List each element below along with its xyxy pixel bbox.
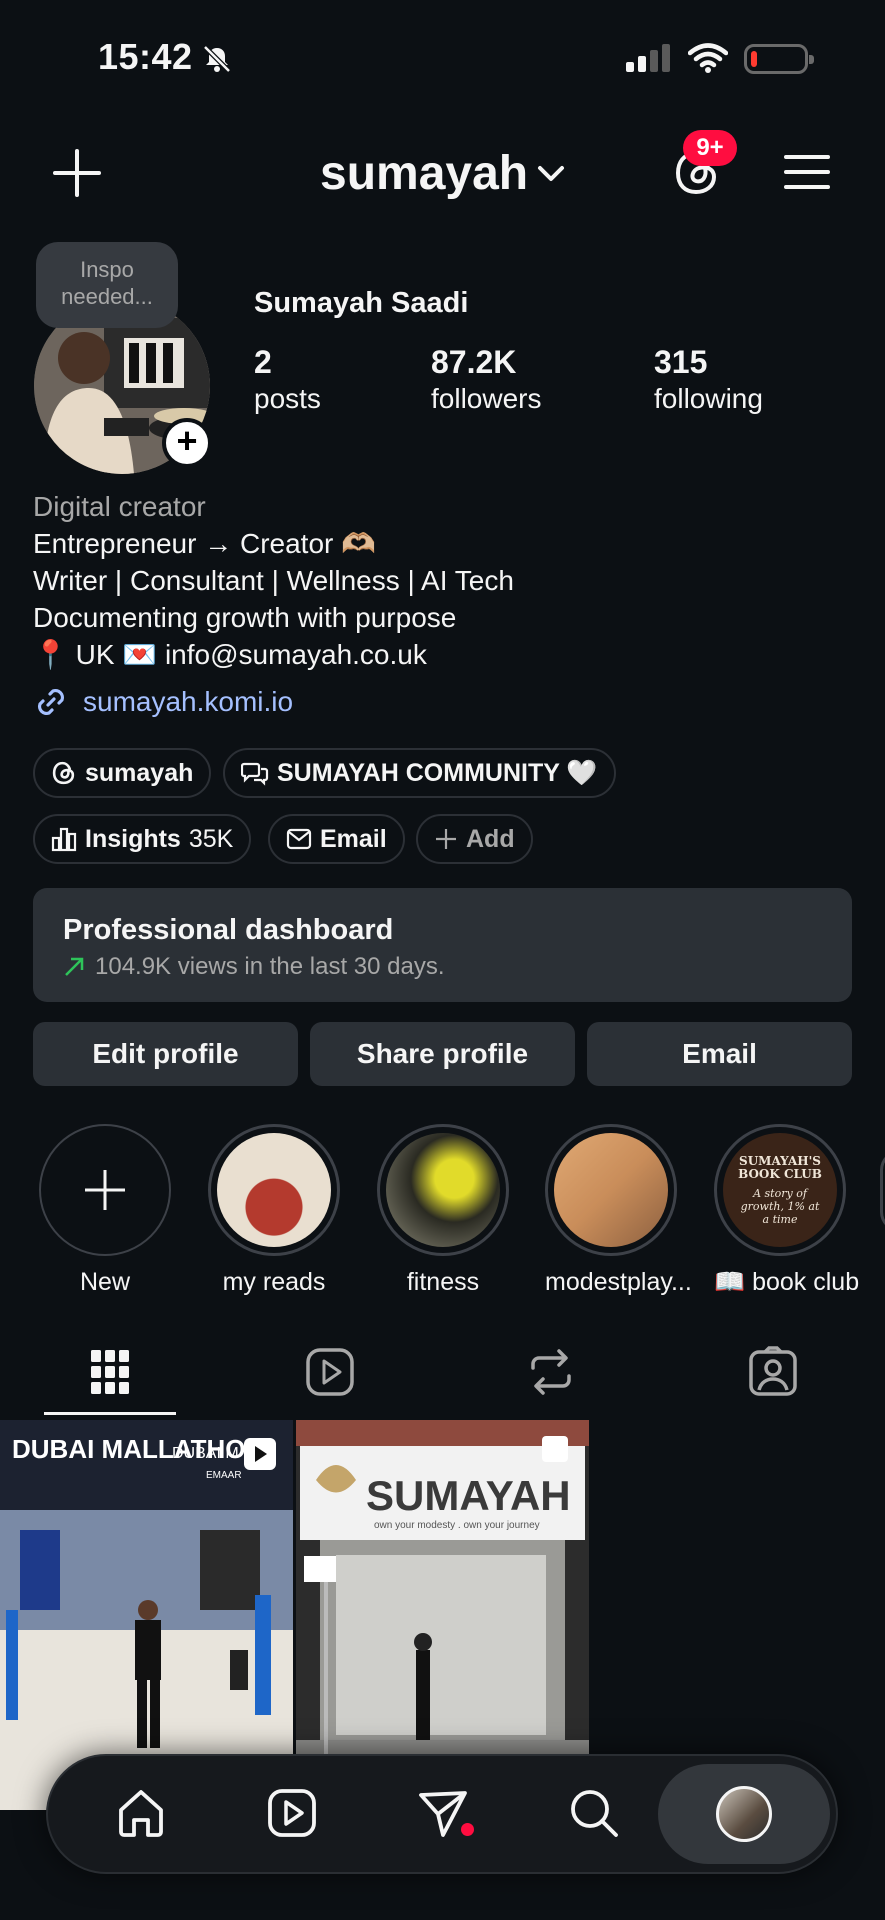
highlight-label: 📖 book club (714, 1268, 860, 1296)
chip-label: sumayah (85, 758, 194, 787)
active-tab-indicator (44, 1412, 176, 1415)
community-chip[interactable]: SUMAYAH COMMUNITY 🤍 (223, 748, 616, 798)
chip-label: Add (466, 824, 515, 853)
stat-label: posts (254, 383, 321, 414)
book-club-cover-title: SUMAYAH'S BOOK CLUB (738, 1153, 822, 1181)
highlight-cover (554, 1133, 668, 1247)
bio-line: Writer | Consultant | Wellness | AI Tech (33, 565, 514, 596)
following-count[interactable]: 315 following (654, 344, 763, 415)
reels-icon[interactable] (265, 1786, 319, 1840)
profile-avatar[interactable] (716, 1786, 772, 1842)
mail-icon (286, 828, 312, 850)
stat-value: 87.2K (431, 344, 517, 380)
chip-label: Email (320, 824, 387, 853)
highlight-modestplay[interactable]: modestplay... (545, 1124, 692, 1297)
share-profile-button[interactable]: Share profile (310, 1022, 575, 1086)
tagged-icon[interactable] (743, 1346, 803, 1398)
create-plus-icon[interactable] (52, 148, 102, 198)
bio-link[interactable]: sumayah.komi.io (33, 684, 293, 720)
highlight-cover (217, 1133, 331, 1247)
post-thumbnail: SUMAYAH own your modesty . own your jour… (296, 1420, 589, 1810)
battery-icon (744, 44, 814, 74)
add-chip[interactable]: Add (416, 814, 533, 864)
highlight-new[interactable]: New (39, 1124, 171, 1297)
trend-up-arrow-icon (65, 957, 84, 976)
status-time: 15:42 (98, 36, 193, 77)
threads-icon (52, 761, 75, 785)
hamburger-menu-icon[interactable] (784, 152, 830, 192)
professional-dashboard[interactable]: Professional dashboard 104.9K views in t… (33, 888, 852, 1002)
bio-line: Entrepreneur → Creator 🫶🏼 (33, 528, 376, 559)
plus-icon (436, 829, 456, 849)
chip-label: Insights (85, 824, 181, 853)
stat-label: following (654, 383, 763, 414)
unread-dot (461, 1823, 474, 1836)
insights-count: 35K (188, 824, 234, 853)
search-icon[interactable] (567, 1786, 621, 1840)
highlight-label: fitness (406, 1268, 480, 1296)
highlight-my-reads[interactable]: my reads (208, 1124, 340, 1297)
shop-sign: SUMAYAH (366, 1472, 571, 1519)
post-sponsor: EMAAR (206, 1470, 242, 1481)
insights-chip[interactable]: Insights 35K (33, 814, 252, 864)
highlight-label: New (79, 1268, 130, 1296)
highlight-cover (386, 1133, 500, 1247)
post-tile-reel[interactable]: DUBAI MALLATHON DUBAI M EMAAR (0, 1420, 293, 1810)
stat-value: 315 (654, 344, 708, 380)
link-icon (37, 688, 65, 716)
cellular-signal-icon (626, 44, 670, 72)
profile-note-bubble[interactable]: Inspo needed... (36, 242, 178, 328)
reels-icon[interactable] (300, 1346, 360, 1398)
home-icon[interactable] (114, 1786, 168, 1840)
dashboard-title: Professional dashboard (63, 914, 394, 946)
grid-icon[interactable] (80, 1346, 140, 1398)
account-switcher-username[interactable]: sumayah (320, 146, 528, 201)
chip-label: SUMAYAH COMMUNITY 🤍 (277, 758, 598, 787)
post-tile-carousel[interactable]: SUMAYAH own your modesty . own your jour… (296, 1420, 589, 1810)
highlight-book-club[interactable]: SUMAYAH'S BOOK CLUB A story of growth, 1… (714, 1124, 860, 1297)
highlight-partial[interactable] (880, 1150, 885, 1232)
bio: Digital creator Entrepreneur → Creator 🫶… (33, 488, 853, 673)
followers-count[interactable]: 87.2K followers (431, 344, 541, 415)
bio-line: Documenting growth with purpose (33, 602, 457, 633)
community-chat-icon (241, 762, 269, 786)
display-name: Sumayah Saadi (254, 287, 469, 319)
bar-chart-icon (51, 827, 77, 852)
highlight-label: my reads (222, 1268, 326, 1296)
bio-category: Digital creator (33, 491, 206, 522)
bio-line: 📍 UK 💌 info@sumayah.co.uk (33, 639, 427, 670)
shop-tagline: own your modesty . own your journey (374, 1520, 540, 1531)
post-caption-right: DUBAI M (172, 1445, 239, 1462)
reposts-icon[interactable] (521, 1346, 581, 1398)
highlight-cover: SUMAYAH'S BOOK CLUB A story of growth, 1… (723, 1133, 837, 1247)
highlight-fitness[interactable]: fitness (377, 1124, 509, 1297)
threads-chip[interactable]: sumayah (33, 748, 212, 798)
link-text: sumayah.komi.io (83, 686, 294, 717)
wifi-icon (688, 43, 728, 73)
stat-label: followers (431, 383, 542, 414)
dashboard-subtitle: 104.9K views in the last 30 days. (95, 953, 445, 980)
posts-count[interactable]: 2 posts (254, 344, 321, 415)
email-button[interactable]: Email (587, 1022, 852, 1086)
new-highlight-ring (39, 1124, 171, 1256)
post-thumbnail: DUBAI MALLATHON DUBAI M EMAAR (0, 1420, 293, 1810)
edit-profile-button[interactable]: Edit profile (33, 1022, 298, 1086)
email-chip[interactable]: Email (268, 814, 405, 864)
stat-value: 2 (254, 344, 272, 380)
notification-badge: 9+ (683, 130, 737, 166)
plus-icon (85, 1170, 125, 1210)
bell-muted-icon (203, 45, 231, 73)
highlight-label: modestplay... (545, 1268, 692, 1296)
chevron-down-icon[interactable] (536, 162, 566, 186)
book-club-cover-subtitle: A story of growth, 1% at a time (740, 1186, 820, 1226)
dashboard-subtitle-row: 104.9K views in the last 30 days. (63, 953, 822, 981)
add-story-button[interactable]: + (162, 418, 212, 468)
